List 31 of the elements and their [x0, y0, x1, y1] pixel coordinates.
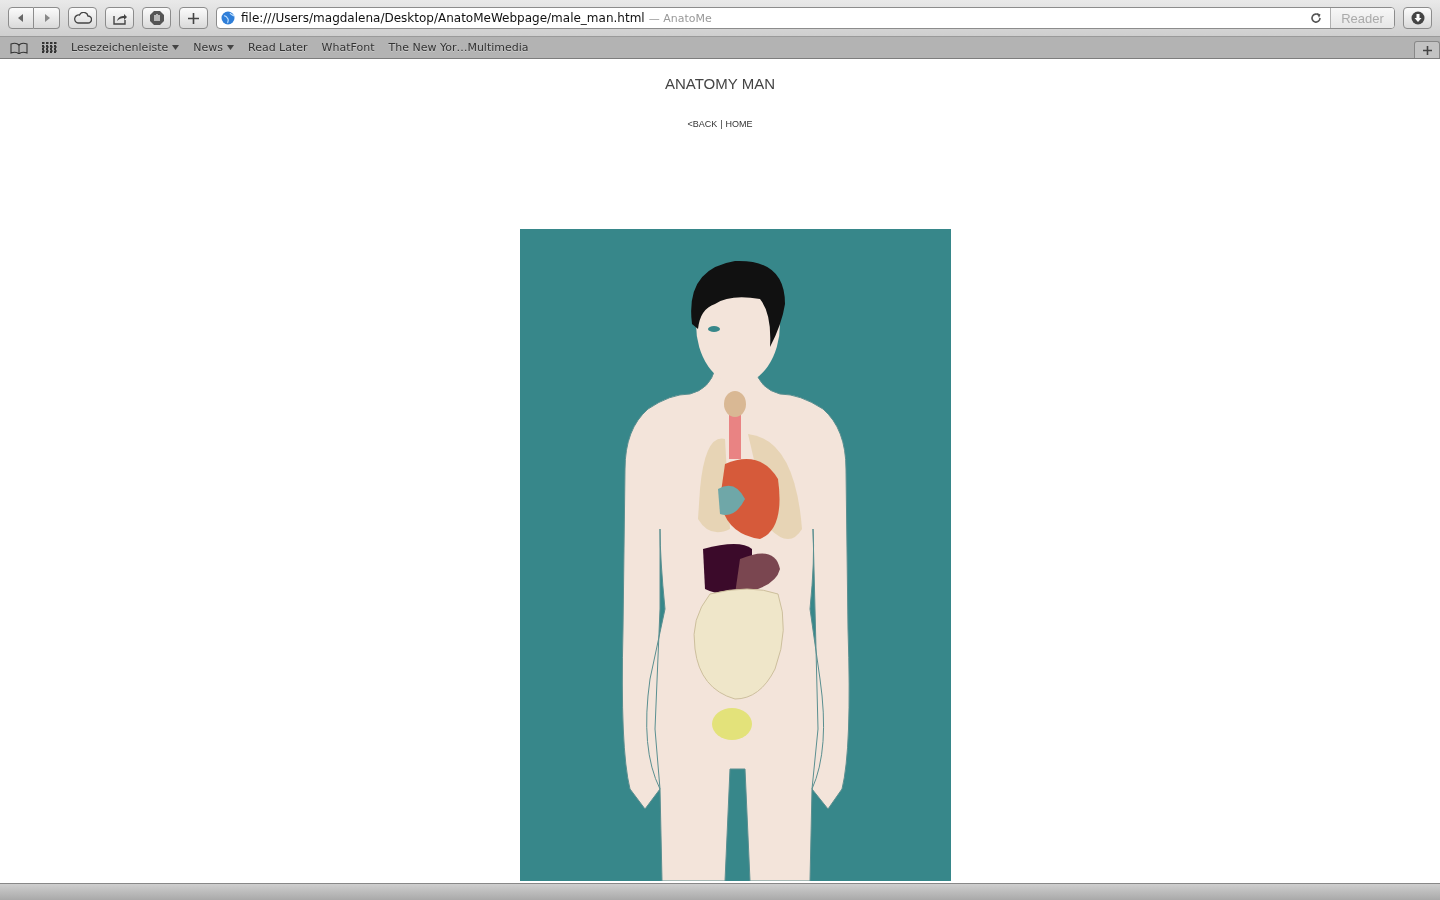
share-icon — [111, 11, 128, 25]
back-arrow-icon — [16, 13, 26, 23]
new-tab-button[interactable] — [179, 7, 208, 29]
book-icon[interactable] — [10, 41, 28, 54]
page-title-text: — AnatoMe — [648, 11, 712, 25]
download-icon — [1410, 11, 1425, 25]
plus-icon — [188, 12, 199, 24]
bookmark-link[interactable]: Read Later — [248, 41, 308, 54]
ad-block-button[interactable] — [142, 7, 171, 29]
reload-icon[interactable] — [1310, 12, 1322, 24]
caret-icon — [172, 45, 180, 50]
share-button[interactable] — [105, 7, 134, 29]
new-tab-button[interactable] — [1414, 41, 1440, 58]
back-link[interactable]: <BACK — [687, 119, 718, 129]
globe-icon — [221, 11, 235, 25]
page-heading: ANATOMY MAN — [665, 75, 775, 92]
bookmark-link[interactable]: WhatFont — [321, 41, 375, 54]
home-link[interactable]: HOME — [725, 119, 753, 129]
separator-text: | — [720, 119, 723, 129]
bookmark-link[interactable]: The New Yor…Multimedia — [388, 41, 529, 54]
back-button[interactable] — [8, 7, 34, 29]
address-bar[interactable]: file:///Users/magdalena/Desktop/AnatoMeWebpage/male_man.html — AnatoMe Reader — [216, 7, 1395, 29]
url-text: file:///Users/magdalena/Desktop/AnatoMeWebpage/male_man.html — [241, 11, 645, 25]
downloads-button[interactable] — [1403, 7, 1432, 29]
plus-icon — [1422, 45, 1432, 55]
bookmark-folder[interactable]: Lesezeichenleiste — [71, 41, 180, 54]
icloud-tabs-button[interactable] — [68, 7, 97, 29]
forward-button[interactable] — [34, 7, 60, 29]
caret-icon — [227, 45, 234, 50]
bookmark-folder[interactable]: News — [193, 41, 234, 54]
cloud-icon — [73, 12, 92, 24]
